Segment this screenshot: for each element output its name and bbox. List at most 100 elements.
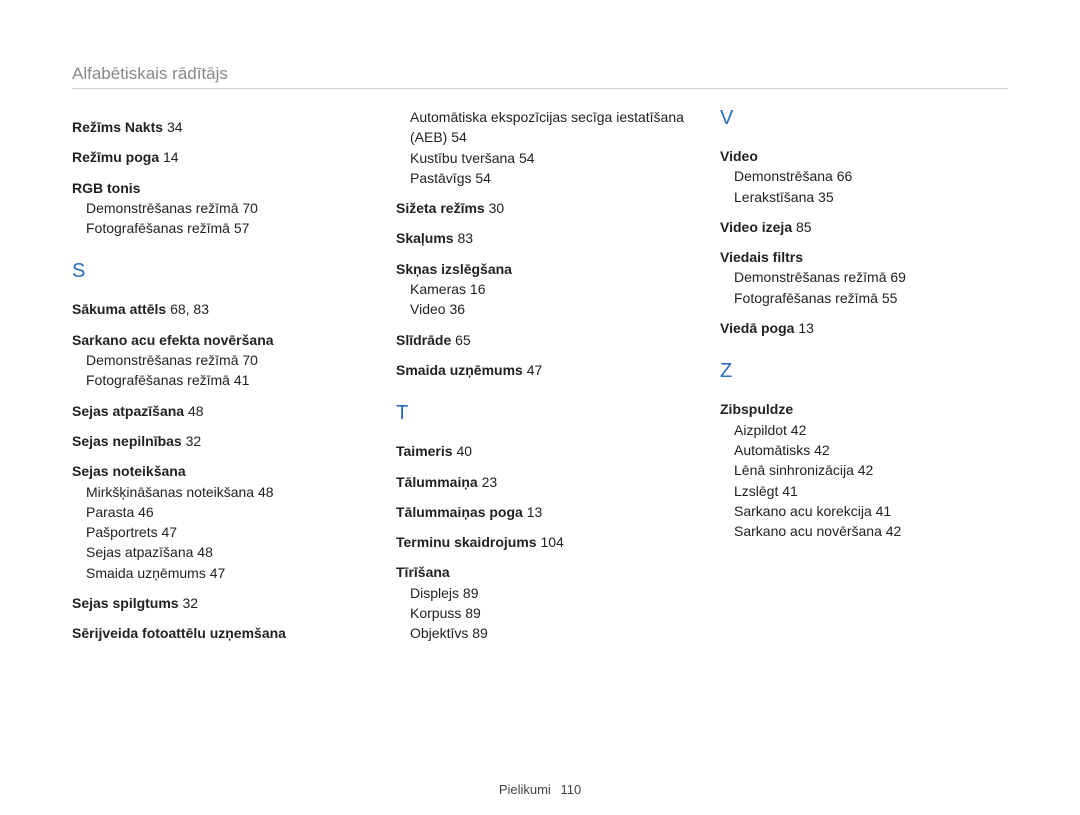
- index-subentry[interactable]: Kustību tveršana 54: [410, 148, 684, 168]
- entry-term: Viedā poga: [720, 320, 794, 336]
- section-letter-s: S: [72, 260, 360, 283]
- index-entry[interactable]: Režīms Nakts 34: [72, 117, 360, 137]
- index-subentry[interactable]: Automātisks 42: [734, 440, 1008, 460]
- page-title: Alfabētiskais rādītājs: [72, 64, 1008, 84]
- index-entry[interactable]: Sākuma attēls 68, 83: [72, 299, 360, 319]
- section-letter-v: V: [720, 107, 1008, 130]
- index-subentry[interactable]: Fotografēšanas režīmā 41: [86, 370, 360, 390]
- entry-term: Slīdrāde: [396, 332, 451, 348]
- index-entry[interactable]: Slīdrāde 65: [396, 330, 684, 350]
- entry-term: Zibspuldze: [720, 401, 793, 417]
- index-entry[interactable]: Sejas nepilnības 32: [72, 431, 360, 451]
- index-subentry[interactable]: Fotografēšanas režīmā 55: [734, 288, 1008, 308]
- index-subentry[interactable]: Sarkano acu korekcija 41: [734, 501, 1008, 521]
- index-subentry[interactable]: Demonstrēšanas režīmā 70: [86, 350, 360, 370]
- index-subentry[interactable]: Mirkšķināšanas noteikšana 48: [86, 482, 360, 502]
- footer-page-number: 110: [560, 782, 581, 797]
- entry-term: Sērijveida fotoattēlu uzņemšana: [72, 625, 286, 641]
- entry-term: Tālummaiņas poga: [396, 504, 523, 520]
- entry-term: Tīrīšana: [396, 564, 450, 580]
- index-entry: Sarkano acu efekta novēršana: [72, 330, 360, 350]
- index-entry: Viedais filtrs: [720, 247, 1008, 267]
- entry-term: Taimeris: [396, 443, 453, 459]
- index-entry: Zibspuldze: [720, 399, 1008, 419]
- index-entry[interactable]: Skaļums 83: [396, 228, 684, 248]
- index-entry[interactable]: Tālummaiņa 23: [396, 472, 684, 492]
- entry-term: Skņas izslēgšana: [396, 261, 512, 277]
- index-entry: Sērijveida fotoattēlu uzņemšana: [72, 623, 360, 643]
- entry-page: 47: [527, 362, 543, 378]
- entry-term: Sejas nepilnības: [72, 433, 182, 449]
- index-subentry[interactable]: Automātiska ekspozīcijas secīga iestatīš…: [410, 107, 684, 148]
- index-subentry[interactable]: Smaida uzņēmums 47: [86, 563, 360, 583]
- index-entry[interactable]: Smaida uzņēmums 47: [396, 360, 684, 380]
- entry-term: Sākuma attēls: [72, 301, 166, 317]
- index-entry: Sejas noteikšana: [72, 461, 360, 481]
- entry-page: 104: [540, 534, 563, 550]
- entry-term: Skaļums: [396, 230, 454, 246]
- index-entry: Tīrīšana: [396, 562, 684, 582]
- index-subentry[interactable]: Kameras 16: [410, 279, 684, 299]
- entry-term: Sejas noteikšana: [72, 463, 186, 479]
- index-columns: Režīms Nakts 34 Režīmu poga 14 RGB tonis…: [72, 107, 1008, 644]
- entry-term: Sejas atpazīšana: [72, 403, 184, 419]
- entry-page: 65: [455, 332, 471, 348]
- index-subentry[interactable]: Pašportrets 47: [86, 522, 360, 542]
- index-subentry[interactable]: Demonstrēšana 66: [734, 166, 1008, 186]
- index-entry: RGB tonis: [72, 178, 360, 198]
- index-entry: Video: [720, 146, 1008, 166]
- index-entry[interactable]: Sejas spilgtums 32: [72, 593, 360, 613]
- index-subentry[interactable]: Aizpildot 42: [734, 420, 1008, 440]
- index-subentry[interactable]: Lzslēgt 41: [734, 481, 1008, 501]
- column-1: Režīms Nakts 34 Režīmu poga 14 RGB tonis…: [72, 107, 360, 644]
- index-subentry[interactable]: Demonstrēšanas režīmā 69: [734, 267, 1008, 287]
- section-letter-z: Z: [720, 360, 1008, 383]
- index-entry: Skņas izslēgšana: [396, 259, 684, 279]
- index-subentry[interactable]: Pastāvīgs 54: [410, 168, 684, 188]
- entry-term: Sejas spilgtums: [72, 595, 179, 611]
- index-entry[interactable]: Video izeja 85: [720, 217, 1008, 237]
- index-subentry[interactable]: Parasta 46: [86, 502, 360, 522]
- index-entry[interactable]: Viedā poga 13: [720, 318, 1008, 338]
- entry-page: 48: [188, 403, 204, 419]
- index-entry[interactable]: Sižeta režīms 30: [396, 198, 684, 218]
- column-3: V Video Demonstrēšana 66 Lerakstīšana 35…: [720, 107, 1008, 644]
- entry-term: Režīmu poga: [72, 149, 159, 165]
- index-subentry[interactable]: Displejs 89: [410, 583, 684, 603]
- index-entry[interactable]: Tālummaiņas poga 13: [396, 502, 684, 522]
- index-subentry[interactable]: Video 36: [410, 299, 684, 319]
- index-subentry[interactable]: Lerakstīšana 35: [734, 187, 1008, 207]
- entry-term: Video: [720, 148, 758, 164]
- column-2: Automātiska ekspozīcijas secīga iestatīš…: [396, 107, 684, 644]
- entry-page: 85: [796, 219, 812, 235]
- index-subentry[interactable]: Sejas atpazīšana 48: [86, 542, 360, 562]
- index-subentry[interactable]: Demonstrēšanas režīmā 70: [86, 198, 360, 218]
- entry-page: 13: [527, 504, 543, 520]
- entry-page: 13: [798, 320, 814, 336]
- entry-page: 68, 83: [170, 301, 209, 317]
- entry-page: 23: [482, 474, 498, 490]
- entry-page: 14: [163, 149, 179, 165]
- index-subentry[interactable]: Fotografēšanas režīmā 57: [86, 218, 360, 238]
- section-letter-t: T: [396, 402, 684, 425]
- page-footer: Pielikumi 110: [0, 782, 1080, 797]
- entry-term: Terminu skaidrojums: [396, 534, 537, 550]
- entry-term: Smaida uzņēmums: [396, 362, 523, 378]
- index-subentry[interactable]: Lēnā sinhronizācija 42: [734, 460, 1008, 480]
- entry-term: Viedais filtrs: [720, 249, 803, 265]
- entry-page: 83: [457, 230, 473, 246]
- index-subentry[interactable]: Sarkano acu novēršana 42: [734, 521, 1008, 541]
- footer-label: Pielikumi: [499, 782, 551, 797]
- index-entry[interactable]: Taimeris 40: [396, 441, 684, 461]
- entry-term: Tālummaiņa: [396, 474, 478, 490]
- entry-term: RGB tonis: [72, 180, 140, 196]
- index-entry[interactable]: Režīmu poga 14: [72, 147, 360, 167]
- entry-term: Sarkano acu efekta novēršana: [72, 332, 274, 348]
- entry-page: 32: [186, 433, 202, 449]
- index-subentry[interactable]: Korpuss 89: [410, 603, 684, 623]
- entry-term: Video izeja: [720, 219, 792, 235]
- index-entry[interactable]: Terminu skaidrojums 104: [396, 532, 684, 552]
- index-entry[interactable]: Sejas atpazīšana 48: [72, 401, 360, 421]
- index-subentry[interactable]: Objektīvs 89: [410, 623, 684, 643]
- entry-page: 32: [182, 595, 198, 611]
